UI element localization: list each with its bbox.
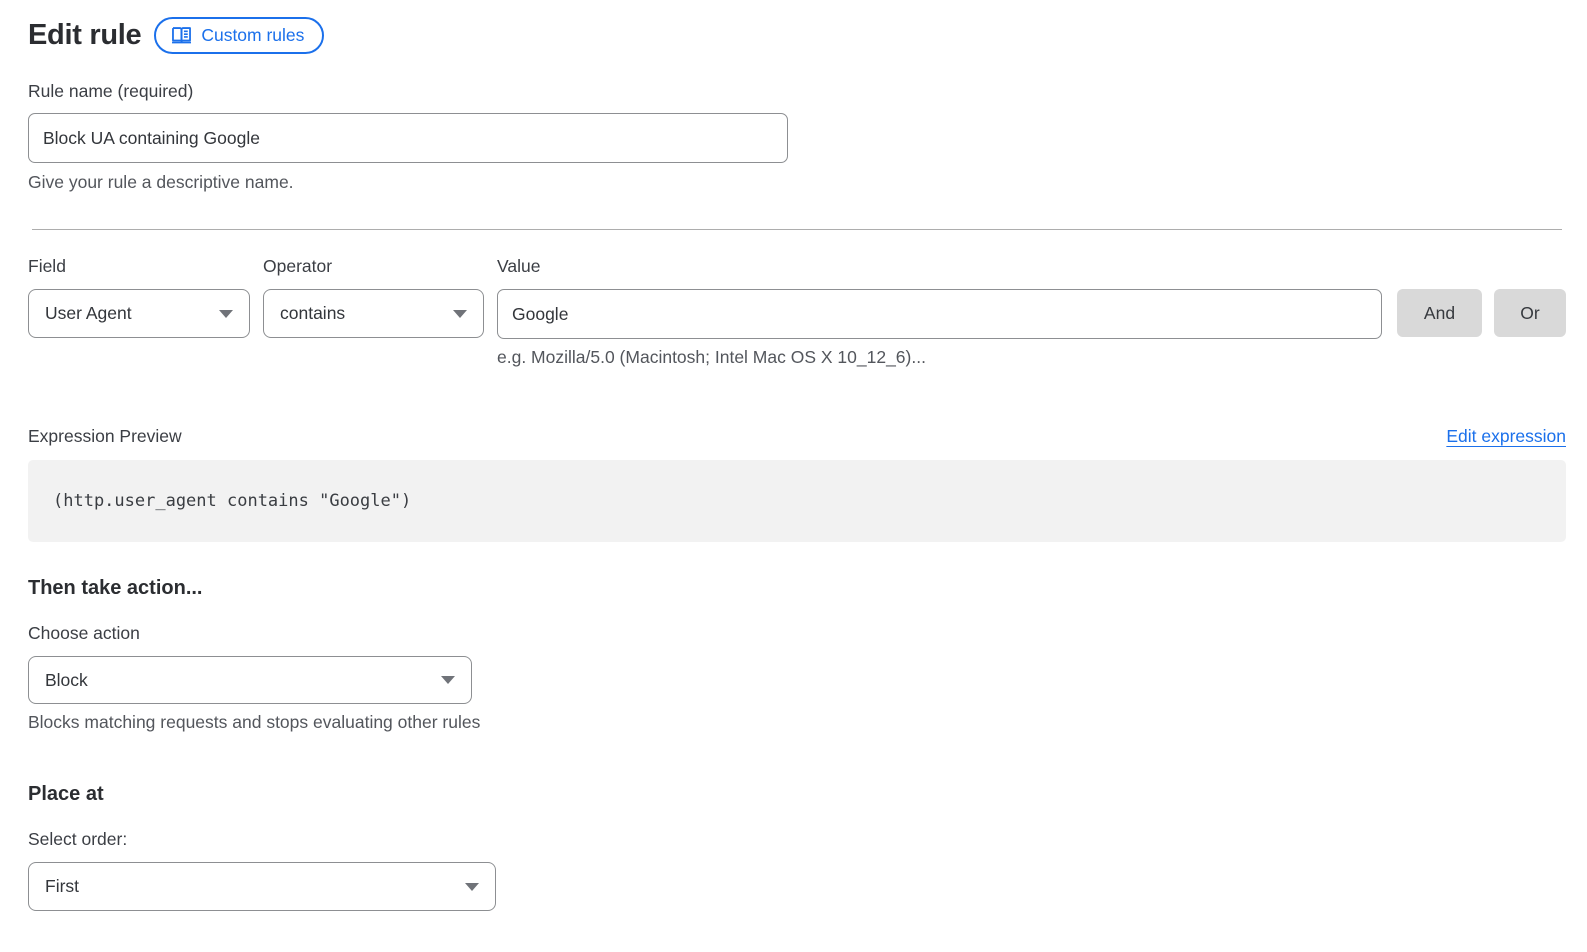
edit-rule-page: Edit rule Custom rules Rule name (requir…: [0, 0, 1587, 952]
page-title: Edit rule: [28, 19, 141, 52]
chevron-down-icon: [219, 310, 233, 318]
expression-code: (http.user_agent contains "Google"): [53, 491, 411, 511]
operator-select[interactable]: contains: [263, 289, 484, 338]
edit-expression-link[interactable]: Edit expression: [1446, 426, 1566, 447]
chevron-down-icon: [465, 883, 479, 891]
condition-row: Field User Agent Operator contains Value…: [28, 256, 1566, 368]
expression-code-block: (http.user_agent contains "Google"): [28, 460, 1566, 542]
expression-preview-label: Expression Preview: [28, 426, 182, 447]
field-select-value: User Agent: [45, 303, 132, 324]
custom-rules-docs-button[interactable]: Custom rules: [154, 17, 324, 54]
order-select[interactable]: First: [28, 862, 496, 911]
expression-header: Expression Preview Edit expression: [28, 426, 1566, 447]
order-select-value: First: [45, 876, 79, 897]
select-order-label: Select order:: [28, 829, 1566, 850]
rule-name-section: Rule name (required) Give your rule a de…: [28, 81, 1566, 193]
place-at-heading: Place at: [28, 782, 1566, 806]
chevron-down-icon: [441, 676, 455, 684]
docs-button-label: Custom rules: [201, 25, 304, 46]
operator-select-value: contains: [280, 303, 345, 324]
field-label: Field: [28, 256, 250, 277]
open-book-icon: [171, 26, 192, 44]
rule-name-input[interactable]: [28, 113, 788, 163]
choose-action-label: Choose action: [28, 623, 1566, 644]
field-select[interactable]: User Agent: [28, 289, 250, 338]
action-helper: Blocks matching requests and stops evalu…: [28, 712, 1566, 733]
action-select[interactable]: Block: [28, 656, 472, 704]
placement-section: Place at Select order: First: [28, 782, 1566, 911]
action-heading: Then take action...: [28, 576, 1566, 600]
operator-label: Operator: [263, 256, 484, 277]
value-input[interactable]: [497, 289, 1382, 339]
section-divider: [32, 229, 1562, 230]
value-column: Value e.g. Mozilla/5.0 (Macintosh; Intel…: [497, 256, 1382, 368]
page-header: Edit rule Custom rules: [28, 15, 1566, 55]
value-helper: e.g. Mozilla/5.0 (Macintosh; Intel Mac O…: [497, 347, 1382, 368]
field-column: Field User Agent: [28, 256, 250, 338]
action-select-value: Block: [45, 670, 88, 691]
or-button[interactable]: Or: [1494, 289, 1566, 337]
rule-name-helper: Give your rule a descriptive name.: [28, 172, 1566, 193]
rule-name-label: Rule name (required): [28, 81, 1566, 102]
operator-column: Operator contains: [263, 256, 484, 338]
chevron-down-icon: [453, 310, 467, 318]
value-label: Value: [497, 256, 1382, 277]
and-button[interactable]: And: [1397, 289, 1482, 337]
action-section: Then take action... Choose action Block …: [28, 576, 1566, 733]
